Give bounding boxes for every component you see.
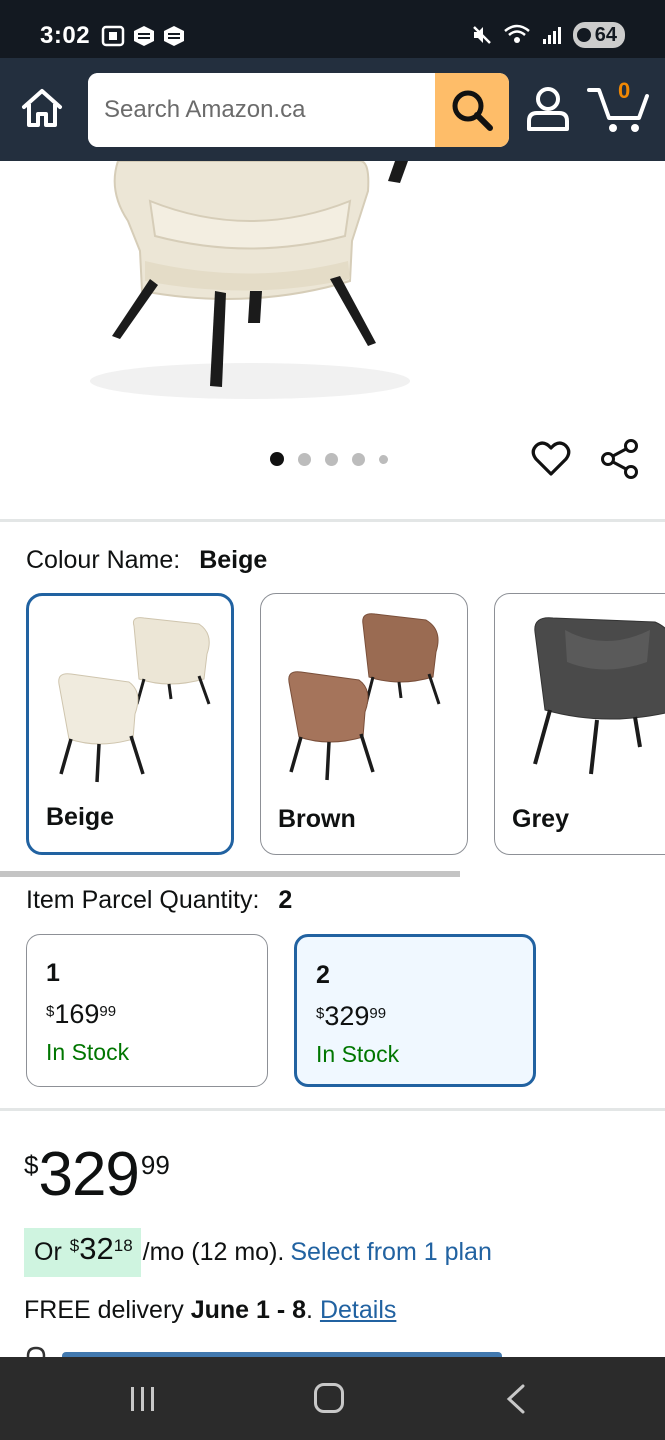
colour-row: Colour Name: Beige <box>26 546 267 575</box>
quantity-row: Item Parcel Quantity: 2 <box>26 886 292 915</box>
cart-count: 0 <box>618 78 631 103</box>
price-fraction: 99 <box>99 1003 117 1020</box>
recent-apps-icon[interactable] <box>128 1385 158 1413</box>
colour-swatch-brown[interactable]: Brown <box>260 593 468 855</box>
product-image[interactable] <box>0 161 665 421</box>
quantity-label: Item Parcel Quantity: <box>26 886 260 914</box>
search-input[interactable] <box>88 73 434 147</box>
app-notification-icon <box>134 26 154 46</box>
home-button[interactable] <box>20 86 64 130</box>
delivery-separator: . <box>306 1296 313 1324</box>
share-button[interactable] <box>600 438 640 480</box>
carousel-dot[interactable] <box>352 452 365 466</box>
delivery-prefix: FREE delivery <box>24 1296 184 1324</box>
price-whole: 169 <box>54 999 100 1029</box>
search-icon <box>452 90 493 131</box>
colour-swatches: Beige Brown Grey <box>26 593 665 855</box>
monthly-fraction: 18 <box>113 1236 133 1255</box>
carousel-dot[interactable] <box>298 452 311 466</box>
monthly-payment: Or $ 32 18 /mo (12 mo). Select from 1 pl… <box>24 1228 492 1277</box>
search-box <box>88 73 509 147</box>
monthly-whole: 32 <box>79 1231 114 1266</box>
swatch-label: Grey <box>512 805 569 833</box>
price-currency: $ <box>316 1005 325 1022</box>
quantity-option-price: $32999 <box>316 1001 386 1032</box>
monthly-prefix: Or <box>34 1238 62 1266</box>
price-fraction: 99 <box>140 1150 170 1180</box>
app-notification-icon-2 <box>164 26 184 46</box>
stock-status: In Stock <box>46 1039 130 1065</box>
colour-swatch-grey[interactable]: Grey <box>494 593 665 855</box>
battery-indicator: 64 <box>572 22 625 48</box>
wishlist-button[interactable] <box>531 440 571 478</box>
screenshot-icon <box>101 25 125 47</box>
status-left-icons <box>100 24 186 48</box>
home-icon <box>22 89 62 127</box>
system-nav-bar <box>0 1357 665 1440</box>
stock-status: In Stock <box>316 1041 400 1067</box>
status-right-icons: 64 <box>471 22 625 48</box>
account-icon <box>527 87 569 131</box>
signal-icon <box>542 27 561 44</box>
carousel-dot[interactable] <box>379 454 388 464</box>
monthly-currency: $ <box>69 1236 80 1255</box>
quantity-option-1[interactable]: 1 $16999 In Stock <box>26 934 268 1087</box>
share-icon <box>601 439 638 479</box>
product-price: $ 329 99 <box>24 1140 170 1210</box>
price-whole: 329 <box>324 1001 370 1031</box>
cart-button[interactable]: 0 <box>587 78 651 136</box>
colour-swatch-beige[interactable]: Beige <box>26 593 234 855</box>
carousel-dot[interactable] <box>270 452 284 466</box>
app-header: 0 <box>0 58 665 161</box>
system-home-icon[interactable] <box>314 1383 344 1413</box>
colour-label: Colour Name: <box>26 546 181 574</box>
delivery-date: June 1 - 8 <box>190 1296 307 1324</box>
battery-saver-icon <box>576 28 591 42</box>
price-whole: 329 <box>38 1140 139 1209</box>
swatch-label: Brown <box>278 805 356 833</box>
quantity-option-price: $16999 <box>46 999 116 1030</box>
mute-icon <box>472 26 491 44</box>
price-currency: $ <box>24 1150 39 1180</box>
grey-chair-thumbnail <box>533 617 665 775</box>
carousel-dot[interactable] <box>325 452 338 466</box>
quantity-selected-value: 2 <box>278 886 293 914</box>
price-fraction: 99 <box>369 1005 387 1022</box>
battery-level: 64 <box>594 23 617 46</box>
quantity-option-2[interactable]: 2 $32999 In Stock <box>294 934 536 1087</box>
account-button[interactable] <box>526 86 570 132</box>
carousel-dots[interactable] <box>270 452 388 466</box>
colour-selected-value: Beige <box>199 546 268 574</box>
swatch-scroll-indicator <box>0 871 460 877</box>
monthly-suffix: /mo (12 mo). <box>142 1238 285 1266</box>
beige-chair-thumbnail <box>58 617 211 783</box>
delivery-details-link[interactable]: Details <box>320 1296 396 1324</box>
heart-icon <box>531 441 571 476</box>
status-bar: 3:02 64 <box>0 0 665 58</box>
quantity-option-qty: 1 <box>46 959 60 987</box>
search-button[interactable] <box>435 73 509 147</box>
quantity-option-qty: 2 <box>316 961 330 989</box>
section-divider <box>0 519 665 522</box>
monthly-payment-badge: Or $ 32 18 <box>24 1228 141 1277</box>
price-currency: $ <box>46 1003 55 1020</box>
brown-chair-thumbnail <box>288 613 441 781</box>
section-divider <box>0 1108 665 1111</box>
status-time: 3:02 <box>40 22 91 49</box>
swatch-label: Beige <box>46 803 115 831</box>
wifi-icon <box>503 24 530 43</box>
chair-image <box>90 161 410 399</box>
back-icon[interactable] <box>505 1384 527 1414</box>
delivery-info: FREE delivery June 1 - 8. Details <box>24 1296 396 1325</box>
select-plan-link[interactable]: Select from 1 plan <box>290 1238 492 1267</box>
